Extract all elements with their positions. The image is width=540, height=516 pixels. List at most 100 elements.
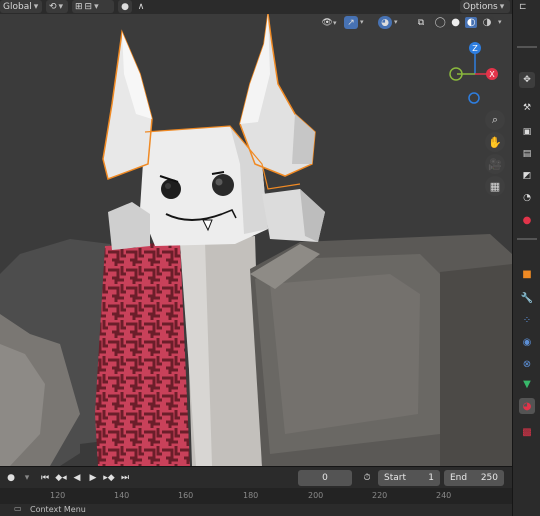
- chevron-down-icon[interactable]: ▾: [360, 18, 364, 26]
- end-frame-label: End: [450, 473, 468, 483]
- pan-button[interactable]: ✋: [485, 132, 505, 152]
- mouse-right-icon: ▭: [14, 504, 22, 513]
- physics-icon: ◉: [522, 336, 532, 348]
- prev-keyframe-button[interactable]: ◆◂: [54, 471, 68, 485]
- start-frame-value: 1: [428, 473, 434, 483]
- gizmo-icon: ↗: [347, 17, 355, 28]
- properties-tab-tool[interactable]: ✥: [519, 72, 535, 88]
- properties-header-button[interactable]: ⊏: [519, 2, 535, 14]
- prev-keyframe-icon: ◆◂: [55, 473, 67, 483]
- material-shading-icon[interactable]: ◐: [465, 17, 478, 28]
- proportional-editing-toggle[interactable]: ●: [118, 0, 132, 13]
- snap-icon: ⊞: [75, 1, 83, 12]
- navigation-gizmo[interactable]: Z X: [445, 42, 505, 117]
- ruler-tick: 160: [178, 491, 194, 500]
- properties-tab-physics[interactable]: ◉: [519, 334, 535, 350]
- current-frame-value: 0: [322, 473, 328, 483]
- object-icon: ■: [522, 268, 532, 280]
- xray-icon: ⧉: [417, 17, 425, 28]
- snap-dropdown[interactable]: ⊞ ⊟ ▾: [72, 0, 114, 13]
- camera-view-button[interactable]: 🎥: [485, 154, 505, 174]
- perspective-toggle-button[interactable]: ▦: [485, 176, 505, 196]
- play-button[interactable]: ▶: [86, 471, 100, 485]
- view-layer-icon: ▤: [522, 149, 532, 159]
- neg-z-axis-handle[interactable]: [468, 92, 480, 104]
- record-button[interactable]: ●: [4, 471, 18, 485]
- chevron-down-icon[interactable]: ▾: [394, 18, 398, 26]
- chevron-down-icon: ▾: [499, 1, 505, 12]
- properties-tab-material[interactable]: ◕: [519, 398, 535, 414]
- jump-start-icon: ⏮: [40, 473, 50, 483]
- zoom-button[interactable]: ⌕: [485, 110, 505, 130]
- properties-tab-data[interactable]: ▼: [519, 376, 535, 392]
- jump-end-button[interactable]: ⏭: [118, 471, 132, 485]
- play-reverse-button[interactable]: ◀: [70, 471, 84, 485]
- pivot-icon: ⟲: [49, 1, 57, 12]
- overlays-icon: ◕: [381, 17, 389, 28]
- timeline-header: ● ▾ ⏮ ◆◂ ◀ ▶ ▸◆ ⏭ 0 ⏱ Start 1 End 250: [0, 466, 512, 488]
- eye-icon: 👁: [321, 17, 333, 28]
- transform-orientation-dropdown[interactable]: Global ▾: [0, 0, 42, 13]
- material-icon: ◕: [522, 400, 532, 412]
- chevron-down-icon[interactable]: ▾: [498, 18, 502, 26]
- tool-icon: ✥: [523, 75, 531, 85]
- world-icon: ◔: [523, 193, 531, 203]
- rendered-shading-icon[interactable]: ◑: [483, 17, 492, 28]
- options-dropdown[interactable]: Options ▾: [460, 0, 510, 13]
- proportional-icon: ●: [121, 1, 129, 12]
- properties-tab-modifier[interactable]: 🔧: [519, 290, 535, 306]
- next-keyframe-icon: ▸◆: [103, 473, 115, 483]
- gizmo-toggle[interactable]: ↗: [344, 16, 358, 29]
- next-keyframe-button[interactable]: ▸◆: [102, 471, 116, 485]
- overlays-toggle[interactable]: ◕: [378, 16, 392, 29]
- properties-tab-output[interactable]: ▣: [519, 124, 535, 140]
- render-icon: ⚒: [522, 103, 532, 113]
- current-frame-field[interactable]: 0: [298, 470, 352, 486]
- properties-tab-scene[interactable]: ◩: [519, 168, 535, 184]
- solid-shading-icon[interactable]: ●: [451, 17, 460, 28]
- wireframe-shading-icon[interactable]: ◯: [435, 17, 446, 28]
- play-icon: ▶: [89, 473, 97, 483]
- viewport-header: Global ▾ ⟲ ▾ ⊞ ⊟ ▾ ● ∧ Options ▾: [0, 0, 512, 14]
- auto-key-dropdown[interactable]: ▾: [20, 471, 34, 485]
- properties-tab-view-layer[interactable]: ▤: [519, 146, 535, 162]
- start-frame-field[interactable]: Start 1: [378, 470, 440, 486]
- properties-tab-particles[interactable]: ⁘: [519, 312, 535, 328]
- texture-icon: ▩: [522, 426, 532, 438]
- right-eye-shape: [212, 174, 234, 196]
- visibility-dropdown[interactable]: 👁 ▾: [318, 16, 340, 29]
- scarf-shape: [95, 242, 190, 466]
- pivot-point-dropdown[interactable]: ⟲ ▾: [46, 0, 68, 13]
- shading-mode-group: ◯ ● ◐ ◑: [432, 16, 494, 29]
- camera-icon: 🎥: [488, 157, 502, 171]
- properties-tab-world[interactable]: ◔: [519, 190, 535, 206]
- viewport-scene: [0, 14, 512, 466]
- jump-start-button[interactable]: ⏮: [38, 471, 52, 485]
- end-frame-value: 250: [480, 473, 498, 483]
- ruler-tick: 200: [308, 491, 324, 500]
- timeline-ruler[interactable]: 120 140 160 180 200 220 240: [0, 488, 512, 504]
- properties-tab-render[interactable]: ⚒: [519, 100, 535, 116]
- properties-tab-collection[interactable]: ●: [519, 212, 535, 228]
- start-frame-label: Start: [384, 473, 406, 483]
- options-label: Options: [463, 1, 498, 12]
- falloff-dropdown[interactable]: ∧: [134, 0, 148, 13]
- output-icon: ▣: [522, 127, 532, 137]
- transform-orientation-label: Global: [3, 1, 32, 12]
- record-icon: ●: [7, 473, 15, 483]
- properties-tab-object[interactable]: ■: [519, 266, 535, 282]
- chevron-down-icon: ▾: [332, 18, 337, 27]
- svg-text:Z: Z: [472, 44, 478, 53]
- particles-icon: ⁘: [522, 314, 532, 326]
- snap-increment-icon: ⊟: [84, 1, 93, 12]
- preview-range-toggle[interactable]: ⏱: [360, 471, 374, 485]
- ruler-tick: 240: [436, 491, 452, 500]
- end-frame-field[interactable]: End 250: [444, 470, 504, 486]
- 3d-viewport[interactable]: 👁 ▾ ↗ ▾ ◕ ▾ ⧉ ◯ ● ◐ ◑ ▾ Z X ⌕ ✋ 🎥 ▦: [0, 14, 512, 466]
- properties-tab-texture[interactable]: ▩: [519, 424, 535, 440]
- svg-text:X: X: [489, 70, 495, 79]
- properties-tab-constraints[interactable]: ⊗: [519, 356, 535, 372]
- hand-icon: ✋: [488, 135, 502, 149]
- chevron-down-icon: ▾: [58, 1, 64, 12]
- xray-toggle[interactable]: ⧉: [414, 16, 428, 29]
